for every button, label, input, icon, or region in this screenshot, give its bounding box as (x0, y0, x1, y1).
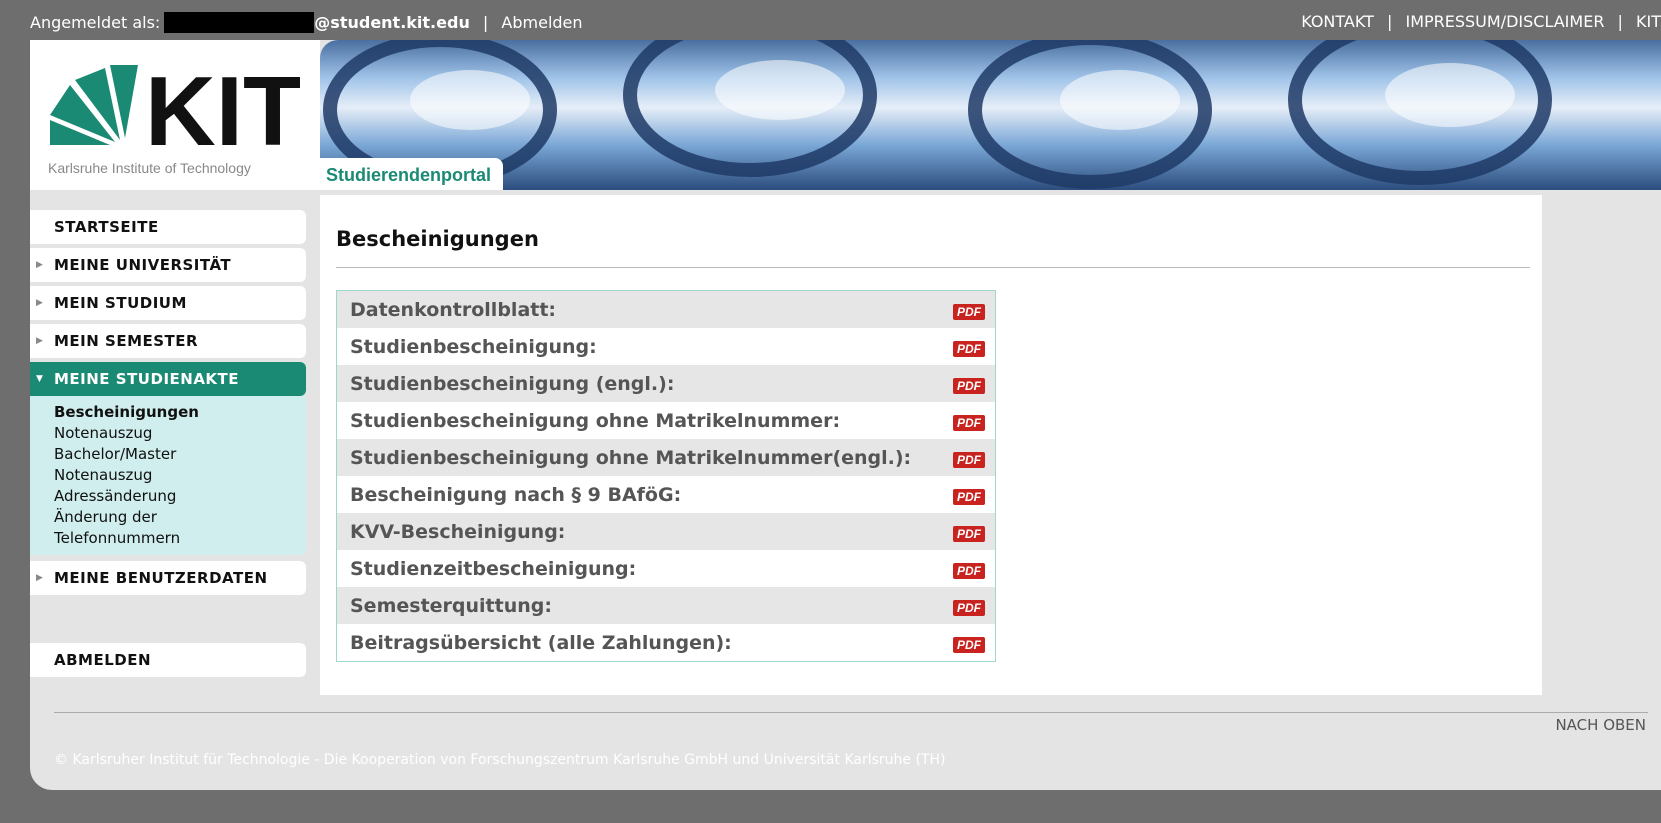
studienakte-submenu: Bescheinigungen Notenauszug Bachelor/Mas… (30, 396, 306, 555)
divider (336, 267, 1530, 268)
sidebar-item-label: MEIN SEMESTER (54, 332, 199, 350)
sidebar-item-meine-universitaet[interactable]: ▶ MEINE UNIVERSITÄT (30, 248, 306, 282)
kit-link[interactable]: KIT (1636, 12, 1661, 31)
table-row: Bescheinigung nach § 9 BAföG: PDF (337, 476, 996, 513)
contact-link[interactable]: KONTAKT (1301, 12, 1374, 31)
certificate-label: Studienbescheinigung: (350, 335, 597, 358)
chevron-right-icon: ▶ (36, 298, 44, 308)
sidebar-item-mein-semester[interactable]: ▶ MEIN SEMESTER (30, 324, 306, 358)
pdf-icon[interactable]: PDF (953, 636, 985, 653)
main-content: Bescheinigungen Datenkontrollblatt: PDF St… (320, 195, 1542, 695)
login-info: Angemeldet als: @student.kit.edu | Abmeld… (30, 12, 583, 33)
separator: | (1386, 12, 1393, 31)
table-row: KVV-Bescheinigung: PDF (336, 513, 996, 550)
top-links: KONTAKT | IMPRESSUM/DISCLAIMER | KIT (1301, 12, 1661, 31)
page-title: Bescheinigungen (336, 227, 539, 251)
certificate-label: KVV-Bescheinigung: (336, 513, 935, 550)
pdf-cell: PDF (935, 402, 996, 439)
pdf-icon[interactable]: PDF (953, 340, 985, 357)
sidebar-item-label: MEIN STUDIUM (54, 294, 187, 312)
portal-tab[interactable]: Studierendenportal (320, 158, 504, 190)
certificate-label: Semesterquittung: (336, 587, 935, 624)
submenu-item-telefonnummern-line2[interactable]: Telefonnummern (54, 528, 306, 549)
certificate-table: Datenkontrollblatt: PDF Studienbescheinigu… (336, 290, 996, 662)
banner-image (323, 40, 1552, 189)
separator: | (482, 13, 489, 32)
impressum-link[interactable]: IMPRESSUM/DISCLAIMER (1405, 12, 1604, 31)
pdf-cell: PDF (935, 476, 996, 513)
back-to-top-link[interactable]: NACH OBEN (1555, 716, 1646, 734)
pdf-icon[interactable]: PDF (953, 488, 985, 505)
pdf-icon[interactable]: PDF (953, 599, 985, 616)
redacted-username (164, 12, 315, 33)
sidebar-item-label: MEINE BENUTZERDATEN (54, 569, 268, 587)
pdf-cell: PDF (935, 513, 996, 550)
pdf-cell: PDF (935, 587, 996, 624)
logout-link[interactable]: Abmelden (501, 13, 582, 32)
pdf-cell: PDF (935, 550, 996, 587)
submenu-item-adressaenderung[interactable]: Adressänderung (54, 486, 306, 507)
header-banner: Studierendenportal (320, 40, 1661, 190)
logged-in-label: Angemeldet als: (30, 13, 161, 32)
pdf-cell: PDF (935, 290, 996, 328)
logo-caption: Karlsruhe Institute of Technology (48, 160, 251, 176)
kit-logo-icon: KIT (50, 60, 300, 150)
top-bar: Angemeldet als: @student.kit.edu | Abmeld… (0, 0, 1661, 40)
pdf-cell: PDF (935, 365, 996, 402)
table-row: Studienbescheinigung ohne Matrikelnummer… (336, 439, 996, 476)
sidebar-item-startseite[interactable]: STARTSEITE (30, 210, 306, 244)
sidebar-item-label: STARTSEITE (54, 218, 159, 236)
pdf-icon[interactable]: PDF (953, 451, 985, 468)
sidebar-item-label: ABMELDEN (54, 651, 152, 669)
separator: | (1617, 12, 1623, 31)
certificate-label: Studienbescheinigung ohne Matrikelnummer… (350, 409, 841, 432)
email-domain: @student.kit.edu (314, 13, 470, 32)
submenu-item-bescheinigungen[interactable]: Bescheinigungen (54, 402, 306, 423)
sidebar-item-meine-studienakte[interactable]: ▼ MEINE STUDIENAKTE (30, 362, 306, 396)
sidebar-item-mein-studium[interactable]: ▶ MEIN STUDIUM (30, 286, 306, 320)
logo-text: KIT (145, 60, 300, 150)
pdf-icon[interactable]: PDF (953, 525, 985, 542)
copyright-text: © Karlsruher Institut für Technologie - … (54, 752, 946, 768)
table-row: Datenkontrollblatt: PDF (336, 290, 996, 328)
submenu-item-bachelor-master-line2[interactable]: Notenauszug (54, 465, 306, 486)
pdf-icon[interactable]: PDF (953, 414, 985, 431)
pdf-cell: PDF (935, 624, 996, 662)
chevron-right-icon: ▶ (36, 573, 44, 583)
submenu-item-bachelor-master-line1[interactable]: Bachelor/Master (54, 444, 306, 465)
page-frame: KIT Karlsruhe Institute of Technology St… (30, 40, 1661, 790)
pdf-cell: PDF (935, 328, 996, 365)
sidebar: STARTSEITE ▶ MEINE UNIVERSITÄT ▶ MEIN ST… (30, 210, 306, 681)
submenu-item-notenauszug[interactable]: Notenauszug (54, 423, 306, 444)
sidebar-item-abmelden[interactable]: ABMELDEN (30, 643, 306, 677)
certificate-label: Studienzeitbescheinigung: (350, 557, 637, 580)
sidebar-item-meine-benutzerdaten[interactable]: ▶ MEINE BENUTZERDATEN (30, 561, 306, 595)
sidebar-item-label: MEINE STUDIENAKTE (54, 370, 240, 388)
pdf-icon[interactable]: PDF (953, 303, 985, 320)
table-row: Beitragsübersicht (alle Zahlungen): PDF (337, 624, 996, 662)
table-row: Studienbescheinigung (engl.): PDF (336, 365, 996, 402)
logo-area[interactable]: KIT Karlsruhe Institute of Technology (30, 40, 320, 190)
certificate-label: Studienbescheinigung (engl.): (336, 365, 935, 402)
table-row: Studienbescheinigung ohne Matrikelnummer… (337, 402, 996, 439)
sidebar-item-label: MEINE UNIVERSITÄT (54, 256, 232, 274)
chevron-right-icon: ▶ (36, 260, 44, 270)
chevron-down-icon: ▼ (36, 374, 44, 384)
chevron-right-icon: ▶ (36, 336, 44, 346)
pdf-cell: PDF (935, 439, 996, 476)
pdf-icon[interactable]: PDF (953, 377, 985, 394)
table-row: Studienbescheinigung: PDF (337, 328, 996, 365)
table-row: Semesterquittung: PDF (336, 587, 996, 624)
certificate-label: Studienbescheinigung ohne Matrikelnummer… (336, 439, 935, 476)
certificate-label: Datenkontrollblatt: (336, 290, 935, 328)
divider (54, 712, 1648, 713)
table-row: Studienzeitbescheinigung: PDF (337, 550, 996, 587)
certificate-label: Beitragsübersicht (alle Zahlungen): (350, 631, 732, 654)
pdf-icon[interactable]: PDF (953, 562, 985, 579)
certificate-label: Bescheinigung nach § 9 BAföG: (350, 483, 682, 506)
submenu-item-telefonnummern-line1[interactable]: Änderung der (54, 507, 306, 528)
